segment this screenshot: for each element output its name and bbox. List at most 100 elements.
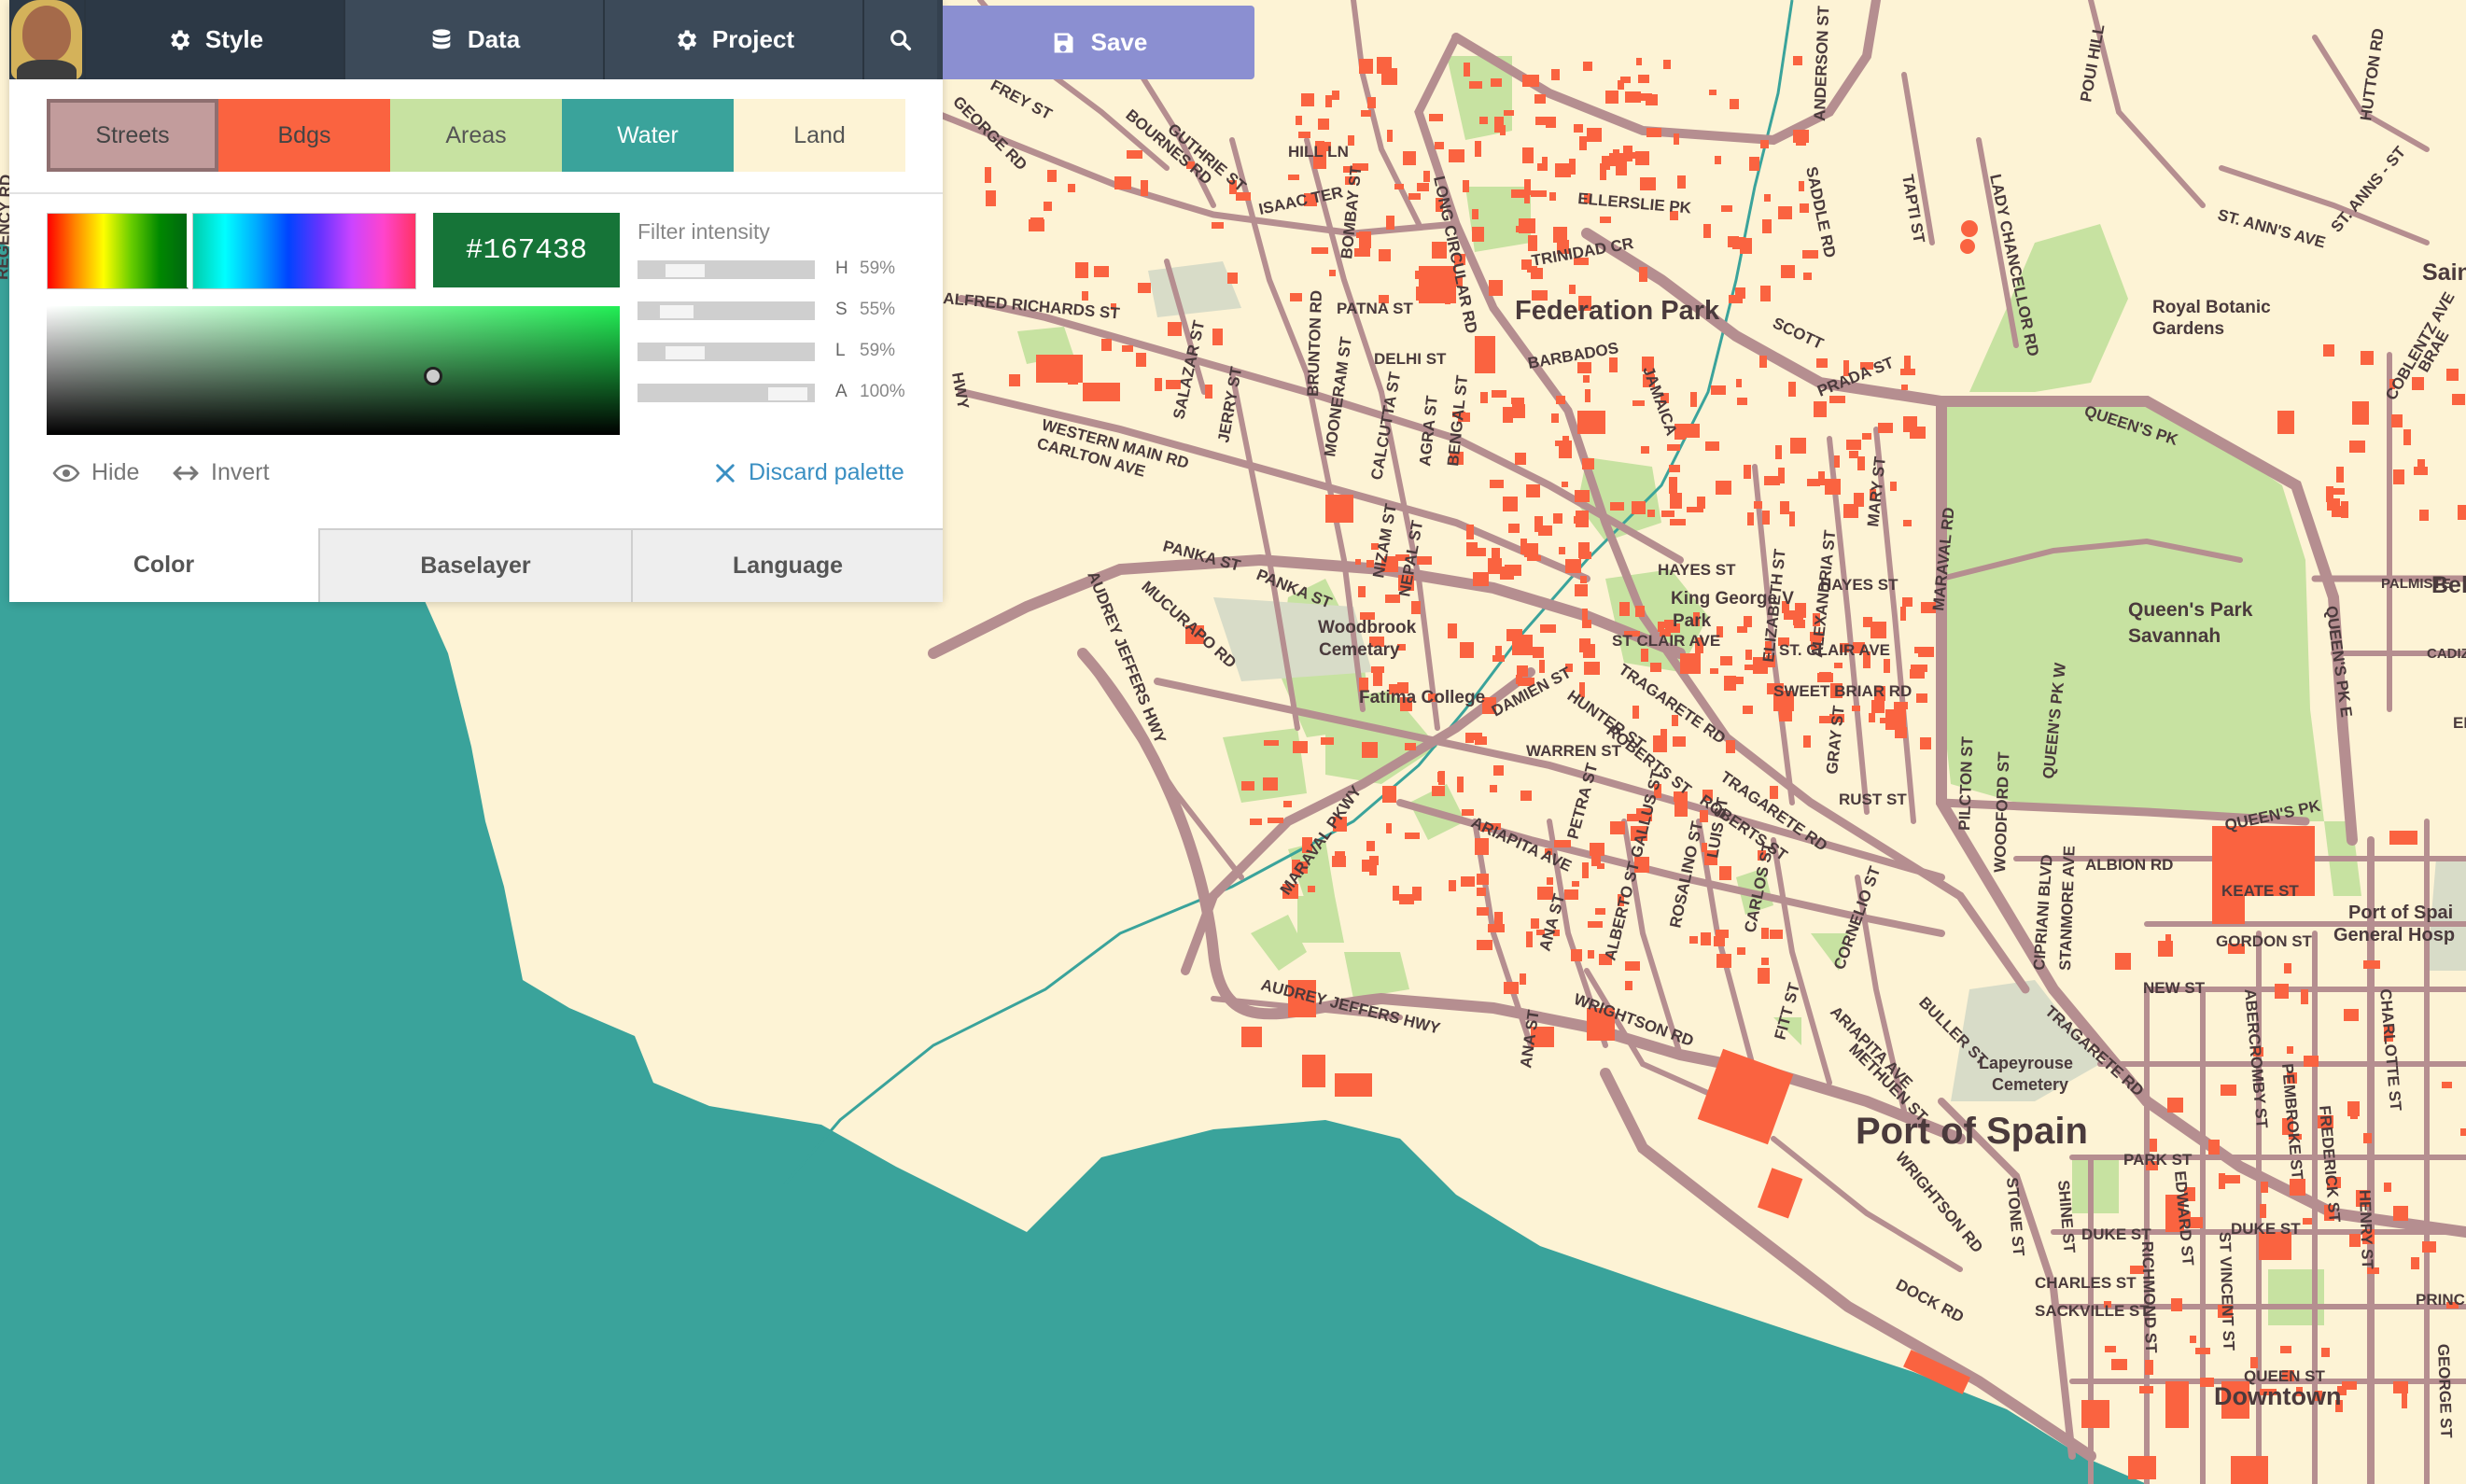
building bbox=[1522, 147, 1534, 163]
building bbox=[1619, 602, 1630, 616]
building bbox=[1325, 95, 1332, 107]
building bbox=[1762, 219, 1772, 233]
building bbox=[2336, 467, 2344, 483]
building bbox=[1843, 504, 1858, 518]
building bbox=[1852, 706, 1860, 711]
filter-slider-l[interactable] bbox=[638, 343, 815, 361]
street-label: ST. CLAIR AVE bbox=[1779, 641, 1890, 659]
project-tab-button[interactable]: Project bbox=[603, 0, 862, 79]
building bbox=[1047, 170, 1057, 182]
building bbox=[1674, 133, 1679, 145]
building bbox=[1522, 75, 1539, 87]
filter-slider-s[interactable] bbox=[638, 301, 815, 320]
tab-baselayer[interactable]: Baselayer bbox=[318, 528, 631, 602]
building bbox=[1803, 273, 1812, 280]
building bbox=[1492, 548, 1500, 560]
building bbox=[2200, 1378, 2214, 1387]
building bbox=[1369, 856, 1379, 865]
building bbox=[1472, 227, 1484, 242]
filter-value: 59% bbox=[860, 341, 896, 360]
building bbox=[986, 190, 996, 206]
tab-label: Baselayer bbox=[420, 553, 531, 579]
filter-value: 55% bbox=[860, 300, 896, 319]
saturation-lightness-picker[interactable] bbox=[47, 306, 620, 435]
category-water[interactable]: Water bbox=[562, 99, 734, 172]
building bbox=[1793, 130, 1809, 143]
building bbox=[1527, 555, 1541, 561]
building bbox=[1553, 513, 1562, 524]
street-label: HILL LN bbox=[1288, 143, 1349, 161]
filter-letter: A bbox=[835, 382, 848, 401]
building bbox=[1114, 176, 1131, 189]
building bbox=[2458, 505, 2466, 520]
building bbox=[1127, 150, 1142, 159]
street-label: PATNA ST bbox=[1337, 300, 1413, 317]
building bbox=[1479, 117, 1488, 124]
port-of-spain-label: Port of Spain bbox=[1856, 1111, 2088, 1152]
color-picker-handle[interactable] bbox=[424, 367, 442, 385]
building bbox=[2287, 1046, 2293, 1054]
hide-button[interactable]: Hide bbox=[52, 459, 139, 486]
slider-knob[interactable] bbox=[768, 387, 807, 400]
building bbox=[1477, 907, 1489, 916]
hue-slider-cool[interactable] bbox=[192, 213, 416, 289]
category-streets[interactable]: Streets bbox=[47, 99, 218, 172]
building bbox=[1721, 205, 1732, 212]
filter-value: 59% bbox=[860, 259, 896, 278]
invert-label: Invert bbox=[211, 459, 270, 485]
building bbox=[1780, 501, 1789, 514]
category-land[interactable]: Land bbox=[734, 99, 905, 172]
building bbox=[1583, 375, 1590, 383]
slider-knob[interactable] bbox=[666, 346, 705, 359]
filter-slider-h[interactable] bbox=[638, 260, 815, 279]
building bbox=[1387, 130, 1393, 142]
building bbox=[1494, 117, 1504, 133]
building bbox=[1556, 396, 1565, 404]
building bbox=[1574, 124, 1583, 133]
style-tab-button[interactable]: Style bbox=[84, 0, 343, 79]
building bbox=[1834, 455, 1840, 468]
building bbox=[1609, 357, 1618, 372]
building bbox=[1590, 843, 1604, 856]
building bbox=[2323, 344, 2334, 357]
filter-slider-a[interactable] bbox=[638, 384, 815, 402]
street-label: NEW ST bbox=[2143, 979, 2206, 997]
building bbox=[1625, 981, 1632, 990]
building bbox=[1588, 921, 1603, 928]
save-button[interactable]: Save bbox=[943, 6, 1254, 79]
building bbox=[1689, 936, 1698, 944]
building bbox=[1616, 161, 1627, 175]
building bbox=[1610, 821, 1625, 834]
building bbox=[2208, 1140, 2220, 1155]
building bbox=[2411, 1257, 2419, 1269]
building bbox=[1653, 735, 1667, 752]
building bbox=[1495, 646, 1502, 655]
building bbox=[1549, 192, 1556, 201]
category-bdgs[interactable]: Bdgs bbox=[218, 99, 390, 172]
building bbox=[1674, 800, 1688, 817]
avatar[interactable] bbox=[9, 0, 84, 79]
invert-button[interactable]: Invert bbox=[172, 459, 270, 486]
building bbox=[1661, 511, 1674, 517]
search-button[interactable] bbox=[862, 0, 937, 79]
hue-slider-warm[interactable] bbox=[47, 213, 189, 289]
discard-palette-button[interactable]: Discard palette bbox=[715, 459, 904, 486]
save-label: Save bbox=[1090, 28, 1148, 56]
tab-color[interactable]: Color bbox=[9, 528, 318, 602]
building bbox=[1720, 656, 1732, 665]
building bbox=[1463, 180, 1469, 192]
category-areas[interactable]: Areas bbox=[390, 99, 562, 172]
building bbox=[1435, 142, 1444, 149]
slider-knob[interactable] bbox=[660, 305, 694, 318]
slider-knob[interactable] bbox=[666, 264, 705, 277]
building bbox=[1834, 663, 1842, 668]
street-label: ER bbox=[2453, 714, 2466, 732]
hex-value: #167438 bbox=[465, 233, 588, 267]
tab-language[interactable]: Language bbox=[631, 528, 943, 602]
building bbox=[1477, 888, 1486, 896]
data-tab-button[interactable]: Data bbox=[343, 0, 603, 79]
hex-color-input[interactable]: #167438 bbox=[433, 213, 620, 287]
bottom-tabs: Color Baselayer Language bbox=[9, 528, 943, 602]
building bbox=[1920, 737, 1931, 749]
building bbox=[1491, 78, 1502, 87]
